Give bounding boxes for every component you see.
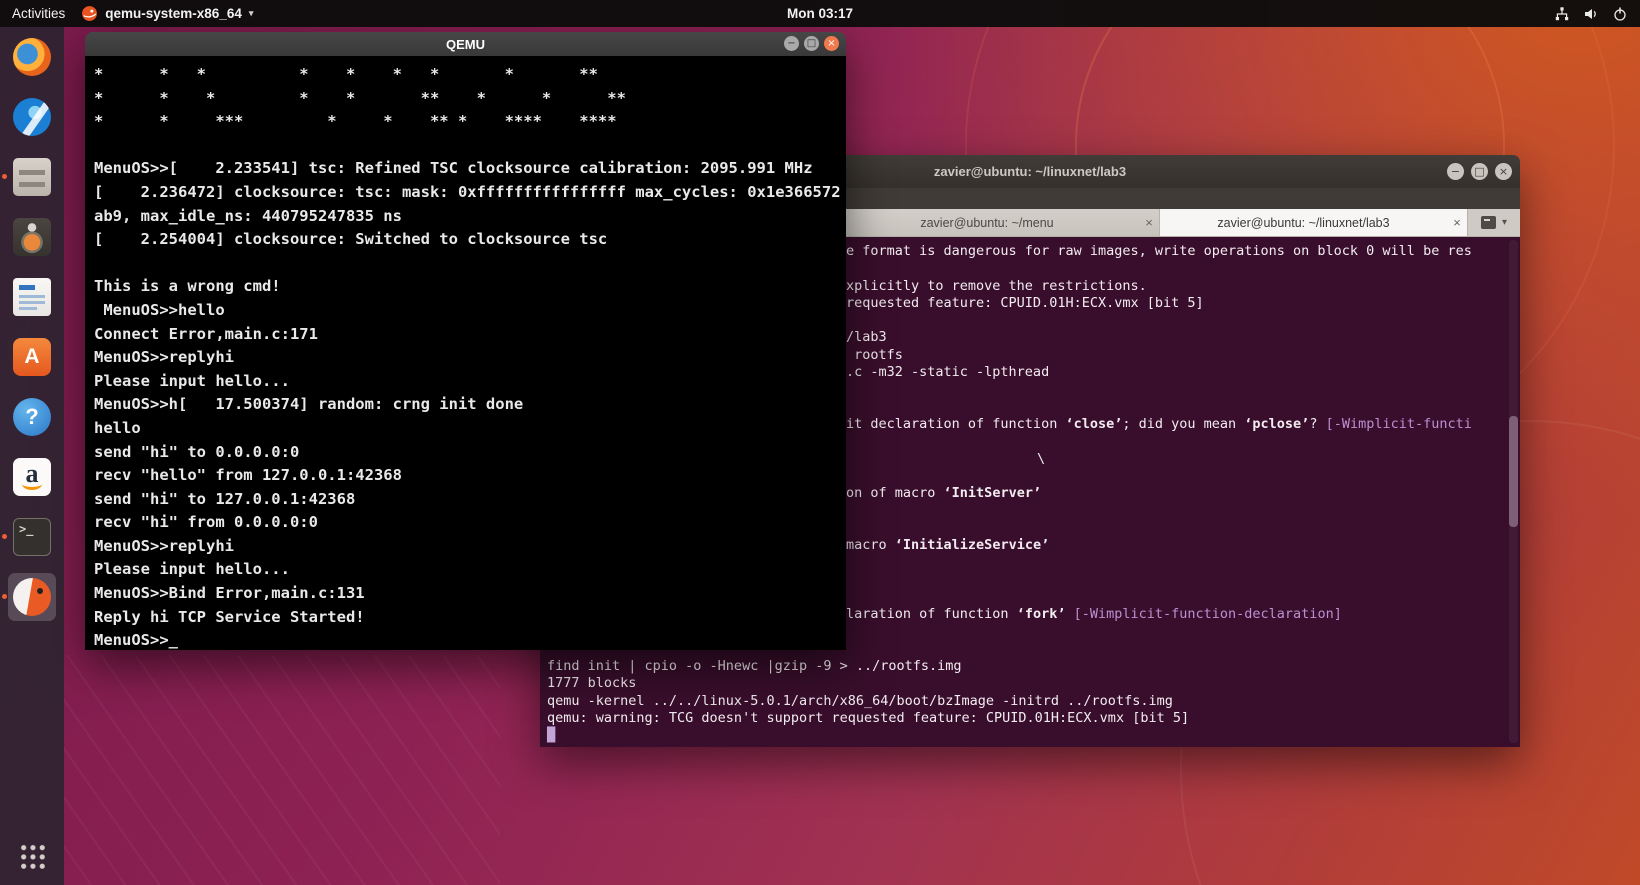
running-indicator xyxy=(2,594,7,599)
qemu-output-line: MenuOS>>_ xyxy=(94,631,178,650)
qemu-output-line xyxy=(94,252,846,276)
terminal-scrollbar[interactable] xyxy=(1509,240,1518,743)
dock-item-writer[interactable] xyxy=(8,273,56,321)
qemu-output-line: Please input hello... xyxy=(94,371,290,390)
qemu-window-controls: − □ × xyxy=(784,36,839,51)
terminal-window-title: zavier@ubuntu: ~/linuxnet/lab3 xyxy=(933,164,1127,179)
qemu-output-line xyxy=(94,134,846,158)
terminal-window-controls: − □ × xyxy=(1447,163,1512,180)
tab-close-icon[interactable]: × xyxy=(1139,215,1159,230)
app-menu-label: qemu-system-x86_64 xyxy=(105,6,242,21)
show-apps-icon xyxy=(18,842,46,870)
terminal-output-line: find init | cpio -o -Hnewc |gzip -9 > ..… xyxy=(547,658,962,675)
help-icon xyxy=(13,398,51,436)
chevron-down-icon[interactable]: ▾ xyxy=(1502,217,1507,228)
maximize-icon[interactable]: □ xyxy=(1471,163,1488,180)
qemu-output-line: ab9, max_idle_ns: 440795247835 ns xyxy=(94,206,402,225)
dock-item-firefox[interactable] xyxy=(8,33,56,81)
activities-button[interactable]: Activities xyxy=(12,6,65,21)
qemu-output-line: MenuOS>>hello xyxy=(94,300,225,319)
qemu-output-line: Please input hello... xyxy=(94,560,290,579)
power-icon xyxy=(1614,7,1626,21)
qemu-output-line: * * * * * * * * ** xyxy=(94,65,598,83)
qemu-output-line: hello xyxy=(94,418,141,437)
qemu-output-line: Connect Error,main.c:171 xyxy=(94,324,318,343)
qemu-output-line: recv "hello" from 127.0.0.1:42368 xyxy=(94,466,402,485)
tab-title: zavier@ubuntu: ~/menu xyxy=(920,215,1054,230)
dock-item-software[interactable] xyxy=(8,333,56,381)
rhythmbox-icon xyxy=(13,218,51,256)
terminal-cursor: █ xyxy=(547,727,556,744)
terminal-output-line: 1777 blocks xyxy=(547,675,637,692)
system-status-area[interactable] xyxy=(1554,6,1628,22)
amazon-icon xyxy=(13,452,51,496)
dock-item-amazon[interactable] xyxy=(8,452,56,501)
qemu-app-icon xyxy=(82,6,98,21)
qemu-output-line: This is a wrong cmd! xyxy=(94,277,281,296)
qemu-window-title: QEMU xyxy=(446,36,485,52)
terminal-tab-2[interactable]: zavier@ubuntu: ~/linuxnet/lab3 × xyxy=(1160,209,1468,236)
running-indicator xyxy=(2,534,7,539)
qemu-output-line: send "hi" to 127.0.0.1:42368 xyxy=(94,489,356,508)
desktop: zavier@ubuntu: ~/linuxnet/lab3 − □ × Fil… xyxy=(0,0,1640,885)
dock-item-terminal[interactable] xyxy=(2,513,56,561)
wallpaper-lines-decoration xyxy=(0,655,500,885)
terminal-output-line: qemu: warning: TCG doesn't support reque… xyxy=(547,710,1190,727)
dock-item-thunderbird[interactable] xyxy=(8,93,56,141)
qemu-output-line: [ 2.236472] clocksource: tsc: mask: 0xff… xyxy=(94,182,841,201)
qemu-output-line: MenuOS>>[ 2.233541] tsc: Refined TSC clo… xyxy=(94,159,813,178)
app-menu-button[interactable]: qemu-system-x86_64 ▾ xyxy=(81,5,253,22)
network-icon xyxy=(1555,6,1569,20)
close-icon[interactable]: × xyxy=(824,36,839,51)
terminal-output-line: qemu -kernel ../../linux-5.0.1/arch/x86_… xyxy=(547,692,1173,709)
dock-item-files[interactable] xyxy=(2,153,56,201)
qemu-icon xyxy=(13,578,51,616)
files-icon xyxy=(13,158,51,196)
qemu-output-line: MenuOS>>Bind Error,main.c:131 xyxy=(94,584,365,603)
dock-apps xyxy=(0,27,64,827)
tab-bar-extra: ▾ xyxy=(1468,209,1520,236)
minimize-icon[interactable]: − xyxy=(784,36,799,51)
dock-item-rhythmbox[interactable] xyxy=(8,213,56,261)
software-icon xyxy=(13,338,51,376)
dock-item-qemu[interactable] xyxy=(2,573,56,621)
thunderbird-icon xyxy=(13,98,51,136)
writer-icon xyxy=(13,278,51,316)
clock[interactable]: Mon 03:17 xyxy=(787,6,853,21)
qemu-output-line: MenuOS>>h[ 17.500374] random: crng init … xyxy=(94,395,524,414)
qemu-output-line: send "hi" to 0.0.0.0:0 xyxy=(94,442,300,461)
dock xyxy=(0,27,64,885)
qemu-output-line: * * *** * * ** * **** **** xyxy=(94,112,617,131)
firefox-icon xyxy=(13,38,51,76)
qemu-output-line: [ 2.254004] clocksource: Switched to clo… xyxy=(94,230,608,249)
terminal-output-line: █ xyxy=(547,727,1506,744)
running-indicator xyxy=(2,174,7,179)
qemu-output-line: MenuOS>>replyhi xyxy=(94,536,234,555)
tab-list-icon[interactable] xyxy=(1480,216,1496,229)
qemu-terminal-output[interactable]: * * * * * * * * ** * * * * * ** * * ** * *… xyxy=(85,56,846,650)
scrollbar-thumb[interactable] xyxy=(1509,416,1518,527)
show-apps-button[interactable] xyxy=(0,827,64,885)
tab-close-icon[interactable]: × xyxy=(1447,215,1467,230)
top-bar: Activities qemu-system-x86_64 ▾ Mon 03:1… xyxy=(0,0,1640,27)
tab-title: zavier@ubuntu: ~/linuxnet/lab3 xyxy=(1217,215,1390,230)
qemu-output-line: MenuOS>>replyhi xyxy=(94,348,234,367)
chevron-down-icon: ▾ xyxy=(248,8,254,18)
maximize-icon[interactable]: □ xyxy=(804,36,819,51)
close-icon[interactable]: × xyxy=(1495,163,1512,180)
qemu-output-line: recv "hi" from 0.0.0.0:0 xyxy=(94,513,318,532)
terminal-icon xyxy=(13,518,51,556)
volume-icon xyxy=(1585,8,1596,19)
qemu-window[interactable]: QEMU − □ × * * * * * * * * ** * * * * * *… xyxy=(85,32,846,650)
qemu-titlebar[interactable]: QEMU − □ × xyxy=(85,32,846,56)
qemu-output-line: Reply hi TCP Service Started! xyxy=(94,607,365,626)
minimize-icon[interactable]: − xyxy=(1447,163,1464,180)
dock-item-help[interactable] xyxy=(8,393,56,441)
qemu-output-line: * * * * * ** * * ** xyxy=(94,88,626,107)
